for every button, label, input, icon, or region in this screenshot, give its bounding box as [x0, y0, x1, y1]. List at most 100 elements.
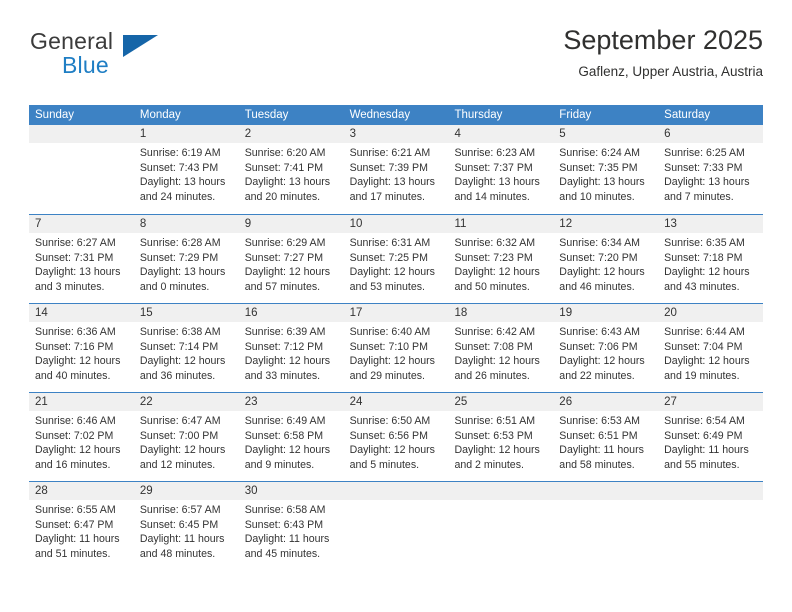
calendar-day-cell[interactable]: 27 Sunrise: 6:54 AM Sunset: 6:49 PM Dayligh… [658, 393, 764, 481]
calendar-day-cell[interactable]: 1 Sunrise: 6:19 AM Sunset: 7:43 PM Daylight… [133, 125, 239, 214]
day-daylight-line1-text: Daylight: 12 hours [244, 355, 331, 368]
day-sunrise-text: Sunrise: 6:53 AM [559, 415, 640, 427]
day-sunset-text: Sunset: 6:58 PM [244, 429, 324, 442]
day-sunrise-text: Sunrise: 6:28 AM [139, 237, 221, 249]
day-sun-info: Sunrise: 6:40 AM Sunset: 7:10 PM Daylight:… [344, 322, 449, 383]
day-sun-info: Sunrise: 6:19 AM Sunset: 7:43 PM Daylight:… [134, 143, 239, 204]
calendar-day-cell[interactable]: 2 Sunrise: 6:20 AM Sunset: 7:41 PM Daylight… [238, 125, 344, 214]
calendar-day-cell[interactable]: 15 Sunrise: 6:38 AM Sunset: 7:14 PM Dayligh… [133, 304, 239, 392]
day-sun-info: Sunrise: 6:57 AM Sunset: 6:45 PM Daylight:… [134, 500, 239, 561]
day-sun-info: Sunrise: 6:49 AM Sunset: 6:58 PM Daylight:… [239, 411, 344, 472]
day-daylight-line1-text: Daylight: 11 hours [664, 444, 749, 457]
calendar-day-cell[interactable]: 10 Sunrise: 6:31 AM Sunset: 7:25 PM Dayligh… [343, 215, 449, 303]
day-sunset-text: Sunset: 7:00 PM [139, 429, 219, 442]
day-daylight-line2-text: and 57 minutes. [244, 280, 321, 293]
calendar-day-cell[interactable]: 21 Sunrise: 6:46 AM Sunset: 7:02 PM Dayligh… [29, 393, 134, 481]
day-sun-info: Sunrise: 6:21 AM Sunset: 7:39 PM Daylight:… [344, 143, 449, 204]
day-daylight-line2-text: and 14 minutes. [454, 190, 530, 203]
calendar-day-cell[interactable]: 4 Sunrise: 6:23 AM Sunset: 7:37 PM Daylight… [448, 125, 554, 214]
day-sunrise-text: Sunrise: 6:57 AM [139, 504, 221, 516]
day-number: 17 [343, 304, 449, 322]
day-sun-info: Sunrise: 6:35 AM Sunset: 7:18 PM Daylight:… [658, 233, 763, 294]
day-daylight-line1-text: Daylight: 12 hours [244, 266, 331, 279]
day-number: 27 [658, 393, 764, 411]
calendar-day-cell[interactable]: 16 Sunrise: 6:39 AM Sunset: 7:12 PM Dayligh… [238, 304, 344, 392]
day-daylight-line1-text: Daylight: 13 hours [349, 176, 435, 189]
day-number [658, 482, 764, 500]
calendar-day-cell[interactable]: 25 Sunrise: 6:51 AM Sunset: 6:53 PM Dayligh… [448, 393, 554, 481]
day-sunset-text: Sunset: 7:14 PM [139, 340, 219, 353]
day-sunset-text: Sunset: 7:37 PM [454, 161, 533, 174]
calendar-day-cell[interactable]: 24 Sunrise: 6:50 AM Sunset: 6:56 PM Dayligh… [343, 393, 449, 481]
day-sunrise-text: Sunrise: 6:42 AM [454, 326, 536, 338]
day-sunrise-text: Sunrise: 6:43 AM [559, 326, 640, 338]
day-daylight-line1-text: Daylight: 12 hours [35, 355, 121, 368]
calendar-day-cell[interactable]: 29 Sunrise: 6:57 AM Sunset: 6:45 PM Dayligh… [133, 482, 239, 570]
day-sunset-text: Sunset: 7:16 PM [35, 340, 114, 353]
day-sun-info [448, 500, 553, 503]
day-number: 13 [658, 215, 764, 233]
day-sunset-text: Sunset: 6:45 PM [139, 518, 219, 531]
day-sunrise-text: Sunrise: 6:31 AM [349, 237, 431, 249]
day-sunset-text: Sunset: 6:49 PM [664, 429, 743, 442]
day-sunset-text: Sunset: 7:18 PM [664, 251, 743, 264]
day-sun-info: Sunrise: 6:20 AM Sunset: 7:41 PM Daylight:… [239, 143, 344, 204]
day-daylight-line2-text: and 9 minutes. [244, 458, 315, 471]
day-daylight-line2-text: and 20 minutes. [244, 190, 321, 203]
calendar-day-cell[interactable]: 11 Sunrise: 6:32 AM Sunset: 7:23 PM Dayligh… [448, 215, 554, 303]
calendar-day-cell[interactable]: 6 Sunrise: 6:25 AM Sunset: 7:33 PM Daylight… [658, 125, 764, 214]
calendar-day-cell[interactable]: 17 Sunrise: 6:40 AM Sunset: 7:10 PM Dayligh… [343, 304, 449, 392]
calendar-day-cell[interactable]: 26 Sunrise: 6:53 AM Sunset: 6:51 PM Dayligh… [553, 393, 659, 481]
day-sun-info [29, 143, 134, 146]
day-number [448, 482, 554, 500]
calendar-day-cell[interactable]: 9 Sunrise: 6:29 AM Sunset: 7:27 PM Daylight… [238, 215, 344, 303]
calendar-day-cell[interactable]: 8 Sunrise: 6:28 AM Sunset: 7:29 PM Daylight… [133, 215, 239, 303]
day-sunset-text: Sunset: 7:20 PM [559, 251, 638, 264]
day-sunrise-text: Sunrise: 6:40 AM [349, 326, 431, 338]
day-daylight-line2-text: and 3 minutes. [35, 280, 105, 293]
day-daylight-line2-text: and 17 minutes. [349, 190, 425, 203]
day-number: 2 [238, 125, 344, 143]
day-sunrise-text: Sunrise: 6:38 AM [139, 326, 221, 338]
calendar-day-cell[interactable]: 20 Sunrise: 6:44 AM Sunset: 7:04 PM Dayligh… [658, 304, 764, 392]
calendar-day-cell[interactable]: 22 Sunrise: 6:47 AM Sunset: 7:00 PM Dayligh… [133, 393, 239, 481]
calendar-day-cell-empty [448, 482, 554, 570]
calendar-day-cell[interactable]: 30 Sunrise: 6:58 AM Sunset: 6:43 PM Dayligh… [238, 482, 344, 570]
calendar-day-cell[interactable]: 12 Sunrise: 6:34 AM Sunset: 7:20 PM Dayligh… [553, 215, 659, 303]
day-daylight-line1-text: Daylight: 12 hours [244, 444, 331, 457]
calendar-day-cell[interactable]: 13 Sunrise: 6:35 AM Sunset: 7:18 PM Dayligh… [658, 215, 764, 303]
calendar-day-cell[interactable]: 23 Sunrise: 6:49 AM Sunset: 6:58 PM Dayligh… [238, 393, 344, 481]
day-daylight-line1-text: Daylight: 11 hours [35, 533, 120, 546]
day-sun-info: Sunrise: 6:55 AM Sunset: 6:47 PM Daylight:… [29, 500, 134, 561]
day-sun-info: Sunrise: 6:54 AM Sunset: 6:49 PM Daylight:… [658, 411, 763, 472]
day-daylight-line2-text: and 50 minutes. [454, 280, 530, 293]
day-daylight-line1-text: Daylight: 12 hours [454, 266, 540, 279]
calendar-day-cell[interactable]: 3 Sunrise: 6:21 AM Sunset: 7:39 PM Daylight… [343, 125, 449, 214]
day-sunrise-text: Sunrise: 6:58 AM [244, 504, 326, 516]
calendar-day-cell[interactable]: 7 Sunrise: 6:27 AM Sunset: 7:31 PM Daylight… [29, 215, 134, 303]
day-daylight-line1-text: Daylight: 12 hours [349, 266, 435, 279]
day-sunrise-text: Sunrise: 6:23 AM [454, 147, 536, 159]
brand-logo[interactable]: General Blue [29, 24, 249, 86]
day-sunrise-text: Sunrise: 6:29 AM [244, 237, 326, 249]
day-sunset-text: Sunset: 7:41 PM [244, 161, 324, 174]
day-sunrise-text: Sunrise: 6:51 AM [454, 415, 536, 427]
day-daylight-line2-text: and 45 minutes. [244, 547, 321, 560]
calendar-week-row: 21 Sunrise: 6:46 AM Sunset: 7:02 PM Dayligh… [29, 392, 764, 481]
day-sunset-text: Sunset: 7:02 PM [35, 429, 114, 442]
day-number: 26 [553, 393, 659, 411]
calendar-week-row: 14 Sunrise: 6:36 AM Sunset: 7:16 PM Dayligh… [29, 303, 764, 392]
calendar-day-cell[interactable]: 18 Sunrise: 6:42 AM Sunset: 7:08 PM Dayligh… [448, 304, 554, 392]
calendar-day-cell[interactable]: 5 Sunrise: 6:24 AM Sunset: 7:35 PM Daylight… [553, 125, 659, 214]
calendar-day-cell[interactable]: 14 Sunrise: 6:36 AM Sunset: 7:16 PM Dayligh… [29, 304, 134, 392]
page-title: September 2025 [563, 25, 763, 55]
day-number: 3 [343, 125, 449, 143]
calendar-day-cell[interactable]: 28 Sunrise: 6:55 AM Sunset: 6:47 PM Dayligh… [29, 482, 134, 570]
weekday-header-saturday: Saturday [664, 109, 711, 121]
triangle-icon [123, 35, 158, 57]
day-daylight-line1-text: Daylight: 12 hours [35, 444, 121, 457]
calendar-day-cell[interactable]: 19 Sunrise: 6:43 AM Sunset: 7:06 PM Dayligh… [553, 304, 659, 392]
day-number: 5 [553, 125, 659, 143]
day-sunset-text: Sunset: 7:29 PM [139, 251, 219, 264]
day-number: 18 [448, 304, 554, 322]
